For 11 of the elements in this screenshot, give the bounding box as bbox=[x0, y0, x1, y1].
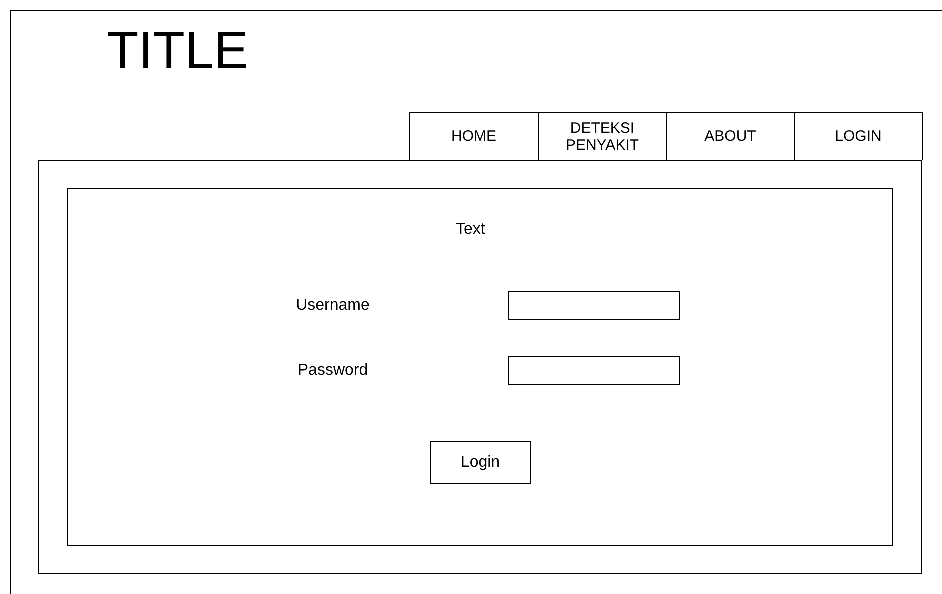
nav-tab[interactable]: HOME bbox=[410, 113, 538, 160]
login-button[interactable]: Login bbox=[430, 441, 531, 484]
nav-tab[interactable]: DETEKSI PENYAKIT bbox=[538, 113, 666, 160]
page-title: TITLE bbox=[107, 21, 249, 81]
input-field[interactable] bbox=[508, 356, 680, 385]
input-field[interactable] bbox=[508, 291, 680, 320]
form-heading: Text bbox=[456, 221, 486, 239]
field-label: Password bbox=[296, 362, 370, 380]
nav-tab[interactable]: ABOUT bbox=[666, 113, 794, 160]
field-label: Username bbox=[295, 296, 371, 314]
nav-tab[interactable]: LOGIN bbox=[794, 113, 922, 160]
